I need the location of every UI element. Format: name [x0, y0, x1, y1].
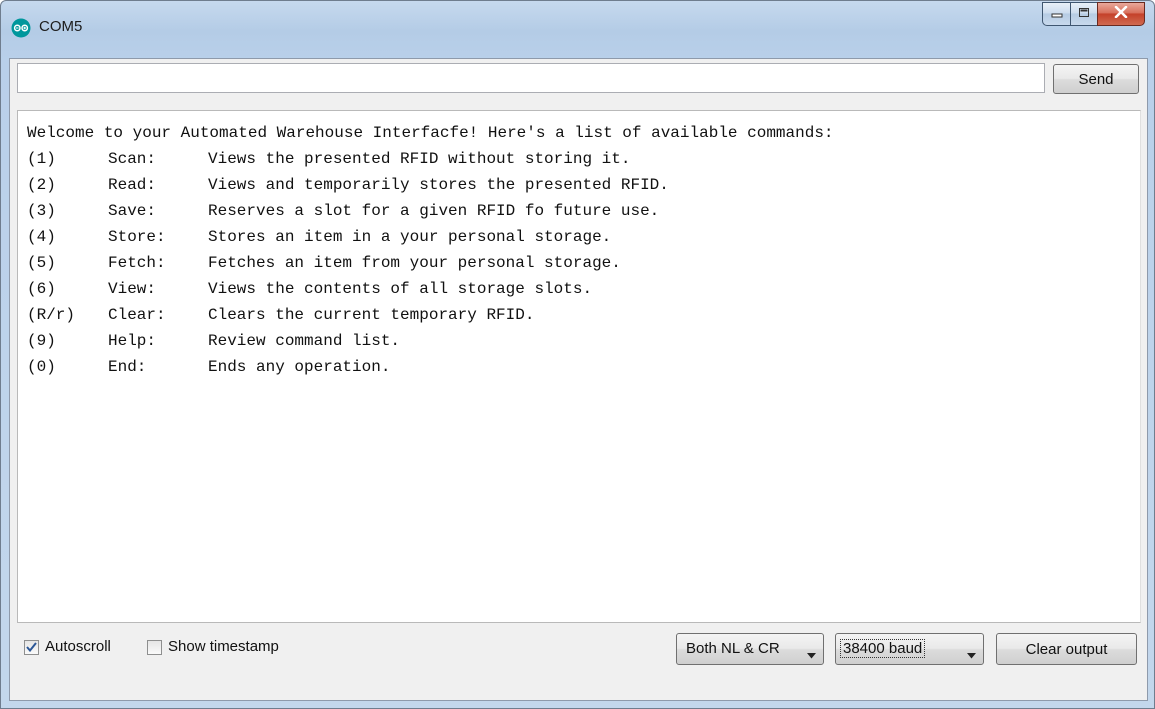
serial-monitor-window: COM5 Send Welcome to your Automated Ware… — [0, 0, 1155, 709]
send-button[interactable]: Send — [1053, 64, 1139, 94]
show-timestamp-label[interactable]: Show timestamp — [168, 638, 279, 655]
command-key: (1) — [27, 150, 56, 168]
command-description: Stores an item in a your personal storag… — [208, 228, 612, 246]
minimize-button[interactable] — [1042, 2, 1070, 26]
output-header-line: Welcome to your Automated Warehouse Inte… — [27, 124, 834, 142]
minimize-icon — [1051, 5, 1063, 23]
command-key: (2) — [27, 176, 56, 194]
command-key: (4) — [27, 228, 56, 246]
command-line: (2) Read: Views and temporarily stores the… — [27, 175, 834, 201]
window-title: COM5 — [39, 18, 83, 35]
clear-output-button[interactable]: Clear output — [996, 633, 1137, 665]
command-key: (3) — [27, 202, 56, 220]
checkmark-icon — [26, 639, 37, 657]
autoscroll-checkbox[interactable] — [24, 640, 39, 655]
command-line: (3) Save: Reserves a slot for a given RFID… — [27, 201, 834, 227]
command-line: (5) Fetch: Fetches an item from your perso… — [27, 253, 834, 279]
command-description: Review command list. — [208, 332, 401, 350]
baud-rate-value: 38400 baud — [840, 639, 926, 658]
command-name: Read: — [108, 176, 157, 194]
output-lines: Welcome to your Automated Warehouse Inte… — [27, 123, 834, 383]
show-timestamp-checkbox[interactable] — [147, 640, 162, 655]
command-key: (R/r) — [27, 306, 76, 324]
command-description: Fetches an item from your personal stora… — [208, 254, 621, 272]
command-line: (1) Scan: Views the presented RFID without… — [27, 149, 834, 175]
maximize-icon — [1078, 5, 1090, 23]
caption-buttons — [1042, 2, 1145, 30]
serial-output-area[interactable]: Welcome to your Automated Warehouse Inte… — [17, 110, 1141, 623]
command-key: (5) — [27, 254, 56, 272]
command-line: (6) View: Views the contents of all storag… — [27, 279, 834, 305]
maximize-button[interactable] — [1070, 2, 1097, 26]
command-key: (0) — [27, 358, 56, 376]
command-description: Ends any operation. — [208, 358, 391, 376]
command-description: Reserves a slot for a given RFID fo futu… — [208, 202, 660, 220]
command-description: Clears the current temporary RFID. — [208, 306, 535, 324]
command-description: Views the presented RFID without storing… — [208, 150, 631, 168]
command-name: View: — [108, 280, 157, 298]
command-name: End: — [108, 358, 147, 376]
command-line: (4) Store: Stores an item in a your person… — [27, 227, 834, 253]
command-name: Help: — [108, 332, 157, 350]
command-name: Save: — [108, 202, 157, 220]
command-line: (R/r) Clear: Clears the current temporary … — [27, 305, 834, 331]
command-line: (9) Help: Review command list. — [27, 331, 834, 357]
chevron-down-icon — [807, 646, 816, 663]
command-key: (9) — [27, 332, 56, 350]
line-ending-select[interactable]: Both NL & CR — [676, 633, 824, 665]
chevron-down-icon — [967, 646, 976, 663]
close-button[interactable] — [1097, 2, 1145, 26]
serial-input-field[interactable] — [17, 63, 1045, 93]
autoscroll-label[interactable]: Autoscroll — [45, 638, 111, 655]
baud-rate-select[interactable]: 38400 baud — [835, 633, 984, 665]
command-key: (6) — [27, 280, 56, 298]
command-name: Fetch: — [108, 254, 166, 272]
command-name: Store: — [108, 228, 166, 246]
close-icon — [1114, 5, 1128, 23]
command-description: Views the contents of all storage slots. — [208, 280, 593, 298]
title-bar[interactable]: COM5 — [1, 1, 1154, 57]
line-ending-value: Both NL & CR — [686, 640, 780, 657]
bottom-toolbar: Autoscroll Show timestamp Both NL & CR 3… — [17, 633, 1141, 669]
arduino-logo-icon — [11, 18, 31, 38]
command-name: Scan: — [108, 150, 157, 168]
command-line: (0) End: Ends any operation. — [27, 357, 834, 383]
command-name: Clear: — [108, 306, 166, 324]
command-description: Views and temporarily stores the present… — [208, 176, 669, 194]
